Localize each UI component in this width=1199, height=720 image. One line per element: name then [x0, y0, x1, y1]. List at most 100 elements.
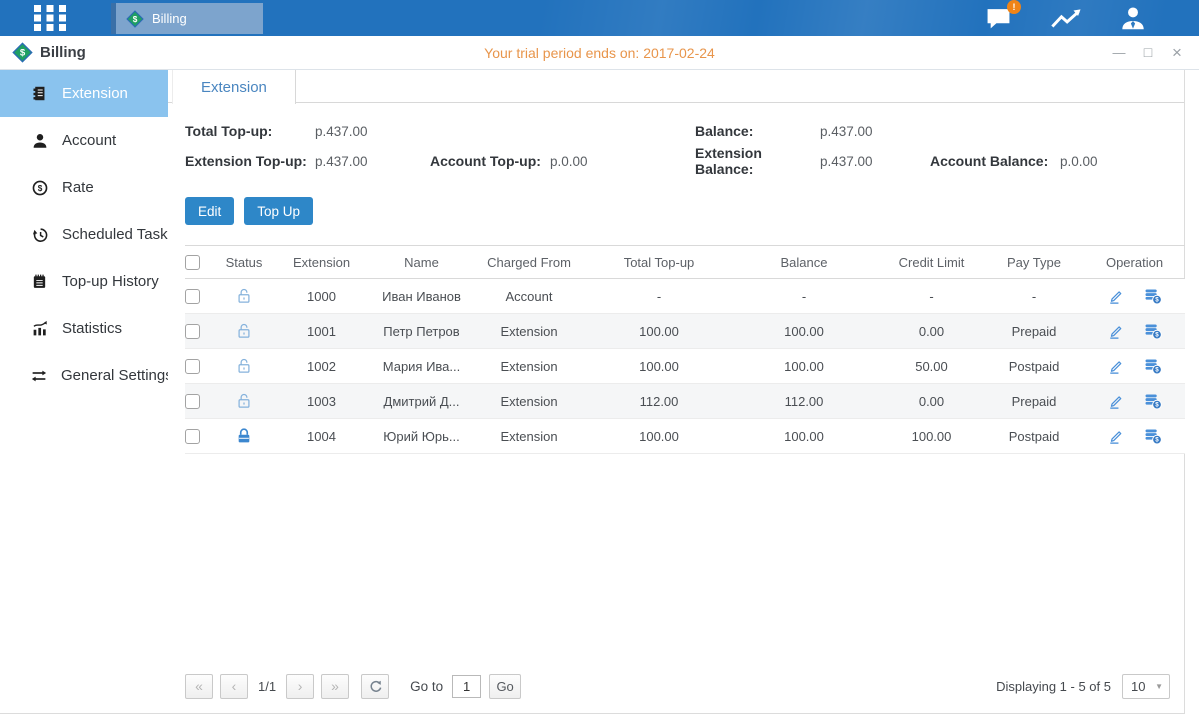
- extension-balance-label: Extension Balance:: [695, 145, 820, 177]
- sidebar-item-extension[interactable]: Extension: [0, 70, 168, 117]
- edit-icon[interactable]: [1107, 322, 1125, 340]
- window-title: Billing: [40, 44, 86, 61]
- status-unlocked-icon: [235, 287, 253, 305]
- window-bottom-border: [0, 713, 1185, 714]
- row-pay-type: Prepaid: [984, 394, 1084, 409]
- row-name: Юрий Юрь...: [374, 429, 469, 444]
- row-total-topup: -: [589, 289, 729, 304]
- sidebar-item-topup-history[interactable]: Top-up History: [0, 258, 168, 305]
- billing-diamond-icon: $: [126, 10, 144, 28]
- refresh-button[interactable]: [361, 674, 389, 699]
- last-page-button[interactable]: »: [321, 674, 349, 699]
- first-page-button[interactable]: «: [185, 674, 213, 699]
- svg-text:$: $: [1155, 366, 1159, 373]
- extension-balance-value: p.437.00: [820, 154, 930, 169]
- row-extension: 1000: [269, 289, 374, 304]
- svg-text:$: $: [20, 47, 26, 58]
- account-balance-value: p.0.00: [1060, 154, 1184, 169]
- extension-topup-label: Extension Top-up:: [185, 153, 315, 169]
- tab-bar: Extension: [168, 70, 1184, 103]
- col-name: Name: [374, 255, 469, 270]
- next-page-button[interactable]: ›: [286, 674, 314, 699]
- taskbar-tab-billing[interactable]: $ Billing: [111, 3, 263, 34]
- row-checkbox[interactable]: [185, 324, 200, 339]
- select-all-checkbox[interactable]: [185, 255, 200, 270]
- col-charged-from: Charged From: [469, 255, 589, 270]
- extension-topup-value: p.437.00: [315, 154, 430, 169]
- table-row: 1000 Иван Иванов Account - - - -: [185, 279, 1185, 314]
- account-topup-value: p.0.00: [550, 154, 695, 169]
- row-balance: -: [729, 289, 879, 304]
- balance-value: p.437.00: [820, 124, 930, 139]
- account-balance-label: Account Balance:: [930, 153, 1060, 169]
- svg-text:$: $: [1155, 296, 1159, 303]
- topup-icon[interactable]: $: [1143, 426, 1163, 446]
- row-name: Иван Иванов: [374, 289, 469, 304]
- row-charged-from: Extension: [469, 394, 589, 409]
- close-button[interactable]: ×: [1169, 45, 1185, 60]
- notification-badge: !: [1007, 0, 1021, 14]
- col-credit-limit: Credit Limit: [879, 255, 984, 270]
- account-topup-label: Account Top-up:: [430, 153, 550, 169]
- row-checkbox[interactable]: [185, 289, 200, 304]
- edit-icon[interactable]: [1107, 287, 1125, 305]
- sidebar-item-statistics[interactable]: Statistics: [0, 305, 168, 352]
- top-up-button[interactable]: Top Up: [244, 197, 313, 225]
- caret-down-icon: ▼: [1155, 682, 1163, 691]
- edit-icon[interactable]: [1107, 392, 1125, 410]
- table-row: 1004 Юрий Юрь... Extension 100.00 100.00…: [185, 419, 1185, 454]
- sidebar-item-label: Scheduled Task: [62, 226, 168, 243]
- svg-text:$: $: [1155, 401, 1159, 408]
- table-row: 1001 Петр Петров Extension 100.00 100.00…: [185, 314, 1185, 349]
- goto-page-input[interactable]: [452, 675, 481, 698]
- row-checkbox[interactable]: [185, 359, 200, 374]
- sidebar-item-scheduled-task[interactable]: Scheduled Task: [0, 211, 168, 258]
- prev-page-button[interactable]: ‹: [220, 674, 248, 699]
- row-credit-limit: 100.00: [879, 429, 984, 444]
- topup-icon[interactable]: $: [1143, 391, 1163, 411]
- extensions-table: Status Extension Name Charged From Total…: [185, 245, 1185, 454]
- status-unlocked-icon: [235, 322, 253, 340]
- row-checkbox[interactable]: [185, 394, 200, 409]
- messages-button[interactable]: !: [984, 6, 1013, 31]
- row-charged-from: Account: [469, 289, 589, 304]
- window-title-bar: Your trial period ends on: 2017-02-24 $ …: [0, 36, 1199, 70]
- row-charged-from: Extension: [469, 429, 589, 444]
- topup-icon[interactable]: $: [1143, 356, 1163, 376]
- svg-text:$: $: [1155, 331, 1159, 338]
- app-grid-icon[interactable]: [33, 4, 67, 32]
- go-button[interactable]: Go: [489, 674, 521, 699]
- edit-icon[interactable]: [1107, 357, 1125, 375]
- row-checkbox[interactable]: [185, 429, 200, 444]
- maximize-button[interactable]: □: [1140, 45, 1156, 60]
- sidebar-item-label: General Settings: [61, 367, 173, 384]
- balance-label: Balance:: [695, 123, 820, 139]
- row-charged-from: Extension: [469, 359, 589, 374]
- sidebar-item-account[interactable]: Account: [0, 117, 168, 164]
- tab-extension[interactable]: Extension: [172, 70, 296, 104]
- status-unlocked-icon: [235, 392, 253, 410]
- row-extension: 1003: [269, 394, 374, 409]
- edit-button[interactable]: Edit: [185, 197, 234, 225]
- minimize-button[interactable]: —: [1111, 45, 1127, 60]
- row-name: Дмитрий Д...: [374, 394, 469, 409]
- topup-icon[interactable]: $: [1143, 321, 1163, 341]
- row-credit-limit: 0.00: [879, 394, 984, 409]
- statistics-monitor-button[interactable]: [1049, 6, 1083, 31]
- page-indicator: 1/1: [258, 679, 276, 694]
- sidebar-item-rate[interactable]: $ Rate: [0, 164, 168, 211]
- topup-icon[interactable]: $: [1143, 286, 1163, 306]
- col-extension: Extension: [269, 255, 374, 270]
- svg-text:$: $: [37, 183, 42, 192]
- goto-label: Go to: [410, 679, 443, 694]
- person-icon: [30, 132, 49, 150]
- row-credit-limit: -: [879, 289, 984, 304]
- notepad-icon: [30, 273, 49, 290]
- status-locked-icon: [235, 427, 253, 445]
- col-status: Status: [219, 255, 269, 270]
- sidebar-item-general-settings[interactable]: General Settings: [0, 352, 168, 399]
- user-menu-button[interactable]: [1119, 5, 1147, 32]
- edit-icon[interactable]: [1107, 427, 1125, 445]
- sidebar-item-label: Statistics: [62, 320, 122, 337]
- page-size-select[interactable]: 10 ▼: [1122, 674, 1170, 699]
